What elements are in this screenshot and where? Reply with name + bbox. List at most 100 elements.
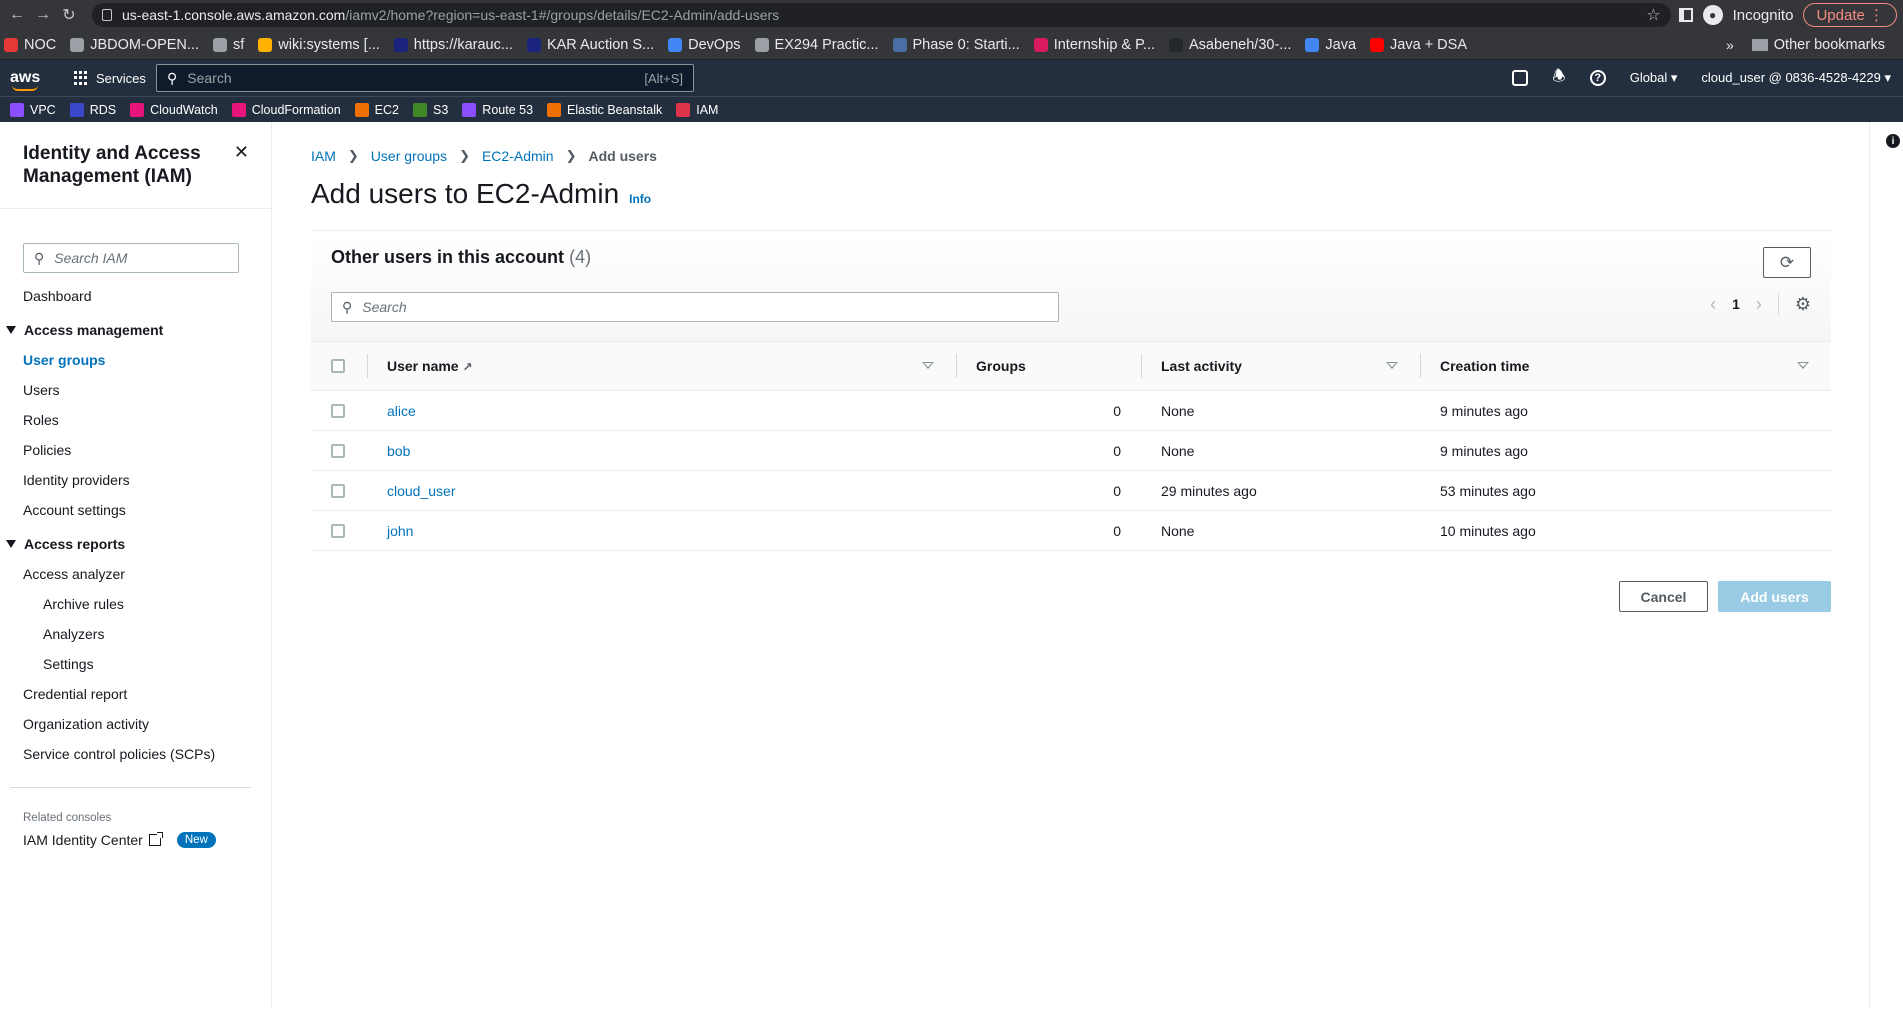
sidebar-item-user-groups[interactable]: User groups — [0, 345, 271, 375]
favorite-service-link[interactable]: Route 53 — [462, 102, 534, 117]
bookmark-item[interactable]: Phase 0: Starti... — [892, 36, 1020, 53]
bookmark-item[interactable]: EX294 Practic... — [754, 37, 879, 53]
favorite-service-link[interactable]: EC2 — [354, 102, 399, 117]
service-icon — [69, 102, 84, 117]
add-users-button[interactable]: Add users — [1718, 581, 1831, 612]
caret-down-icon — [6, 326, 16, 334]
services-menu-button[interactable]: Services — [74, 71, 156, 86]
gear-icon[interactable]: ⚙ — [1795, 294, 1811, 315]
info-icon[interactable]: i — [1886, 134, 1900, 148]
sidebar-section-access-management[interactable]: Access management — [0, 315, 271, 345]
update-button[interactable]: Update ⋮ — [1803, 3, 1897, 27]
sidebar-item-dashboard[interactable]: Dashboard — [0, 281, 271, 311]
cloudshell-icon[interactable] — [1512, 70, 1529, 86]
sidebar-item-credential-report[interactable]: Credential report — [0, 679, 271, 709]
bookmark-item[interactable]: Asabeneh/30-... — [1169, 37, 1291, 53]
aws-search-input[interactable]: ⚲ Search [Alt+S] — [156, 64, 694, 92]
table-row[interactable]: cloud_user 0 29 minutes ago 53 minutes ago — [311, 471, 1831, 511]
close-icon[interactable]: ✕ — [234, 142, 249, 163]
forward-icon[interactable]: → — [32, 4, 54, 26]
sort-icon[interactable] — [1386, 362, 1398, 369]
sidebar-item-analyzers[interactable]: Analyzers — [0, 619, 271, 649]
sort-icon[interactable] — [1797, 362, 1809, 369]
breadcrumb-user-groups[interactable]: User groups — [371, 148, 447, 164]
bookmark-item[interactable]: https://karauc... — [393, 37, 513, 53]
table-row[interactable]: john 0 None 10 minutes ago — [311, 511, 1831, 551]
side-panel-icon[interactable] — [1678, 8, 1693, 22]
bookmark-item[interactable]: Java + DSA — [1370, 37, 1467, 53]
table-row[interactable]: alice 0 None 9 minutes ago — [311, 391, 1831, 431]
sidebar-item-identity-providers[interactable]: Identity providers — [0, 465, 271, 495]
favorite-label: Route 53 — [482, 102, 534, 117]
table-row[interactable]: bob 0 None 9 minutes ago — [311, 431, 1831, 471]
help-icon[interactable]: ? — [1589, 70, 1606, 86]
favorite-service-link[interactable]: CloudWatch — [130, 102, 218, 117]
bookmark-item[interactable]: NOC — [4, 37, 56, 53]
sort-icon[interactable] — [922, 362, 934, 369]
bookmark-star-icon[interactable]: ☆ — [1646, 5, 1660, 25]
bookmark-favicon-icon — [1370, 37, 1385, 52]
bell-icon[interactable]: 🕭 — [1552, 66, 1565, 91]
other-bookmarks-folder[interactable]: Other bookmarks — [1751, 37, 1885, 53]
user-name-link[interactable]: bob — [367, 431, 956, 471]
sidebar-search-input[interactable]: ⚲ Search IAM — [23, 243, 239, 273]
sidebar-item-archive-rules[interactable]: Archive rules — [0, 589, 271, 619]
favorite-service-link[interactable]: Elastic Beanstalk — [547, 102, 662, 117]
sidebar-item-settings[interactable]: Settings — [0, 649, 271, 679]
region-selector[interactable]: Global ▾ — [1630, 70, 1678, 86]
iam-identity-center-link[interactable]: IAM Identity Center New — [0, 832, 271, 848]
aws-logo[interactable]: aws — [10, 69, 60, 91]
column-groups[interactable]: Groups — [956, 342, 1141, 391]
sidebar-item-service-control-policies-scps[interactable]: Service control policies (SCPs) — [0, 739, 271, 769]
favorite-service-link[interactable]: RDS — [69, 102, 116, 117]
sidebar-item-access-analyzer[interactable]: Access analyzer — [0, 559, 271, 589]
breadcrumb-ec2-admin[interactable]: EC2-Admin — [482, 148, 554, 164]
chevron-left-icon[interactable]: ‹ — [1710, 294, 1716, 315]
more-bookmarks-button[interactable]: » — [1726, 37, 1734, 53]
column-last-activity[interactable]: Last activity — [1141, 342, 1420, 391]
favorite-service-link[interactable]: CloudFormation — [231, 102, 341, 117]
address-bar[interactable]: us-east-1.console.aws.amazon.com/iamv2/h… — [92, 3, 1671, 27]
page-number[interactable]: 1 — [1732, 296, 1740, 312]
user-name-link[interactable]: alice — [367, 391, 956, 431]
bookmark-item[interactable]: DevOps — [668, 37, 741, 53]
bookmark-item[interactable]: sf — [213, 37, 244, 53]
sidebar-item-policies[interactable]: Policies — [0, 435, 271, 465]
breadcrumb-iam[interactable]: IAM — [311, 148, 336, 164]
cancel-button[interactable]: Cancel — [1619, 581, 1708, 612]
sidebar-item-roles[interactable]: Roles — [0, 405, 271, 435]
sidebar-item-account-settings[interactable]: Account settings — [0, 495, 271, 525]
users-search-input[interactable]: ⚲ Search — [331, 292, 1059, 322]
refresh-button[interactable]: ⟳ — [1763, 247, 1811, 278]
chevron-right-icon[interactable]: › — [1756, 294, 1762, 315]
bookmark-item[interactable]: wiki:systems [... — [258, 37, 380, 53]
back-icon[interactable]: ← — [6, 4, 28, 26]
favorite-service-link[interactable]: VPC — [10, 102, 56, 117]
row-checkbox[interactable] — [331, 483, 345, 498]
bookmark-label: Phase 0: Starti... — [912, 36, 1020, 53]
user-name-link[interactable]: cloud_user — [367, 471, 956, 511]
sidebar-item-organization-activity[interactable]: Organization activity — [0, 709, 271, 739]
column-user-name[interactable]: User name ↗ — [367, 342, 956, 391]
sidebar-item-users[interactable]: Users — [0, 375, 271, 405]
row-checkbox[interactable] — [331, 443, 345, 458]
profile-label[interactable]: Incognito — [1733, 7, 1794, 24]
bookmark-item[interactable]: KAR Auction S... — [526, 36, 655, 53]
bookmark-item[interactable]: Java — [1305, 37, 1356, 53]
user-name-link[interactable]: john — [367, 511, 956, 551]
bookmark-item[interactable]: JBDOM-OPEN... — [70, 37, 199, 53]
row-checkbox[interactable] — [331, 523, 345, 538]
select-all-checkbox[interactable] — [331, 359, 345, 373]
sidebar-section-access-reports[interactable]: Access reports — [0, 529, 271, 559]
bookmark-label: KAR Auction S... — [546, 36, 655, 53]
favorite-service-link[interactable]: S3 — [413, 102, 448, 117]
bookmark-item[interactable]: Internship & P... — [1033, 37, 1155, 53]
column-creation-time[interactable]: Creation time — [1420, 342, 1831, 391]
reload-icon[interactable]: ↻ — [58, 4, 80, 26]
service-icon — [547, 102, 562, 117]
external-link-icon — [148, 832, 163, 846]
info-link[interactable]: Info — [629, 192, 651, 206]
row-checkbox[interactable] — [331, 403, 345, 418]
favorite-service-link[interactable]: IAM — [676, 102, 718, 117]
account-menu[interactable]: cloud_user @ 0836-4528-4229 ▾ — [1701, 70, 1891, 86]
